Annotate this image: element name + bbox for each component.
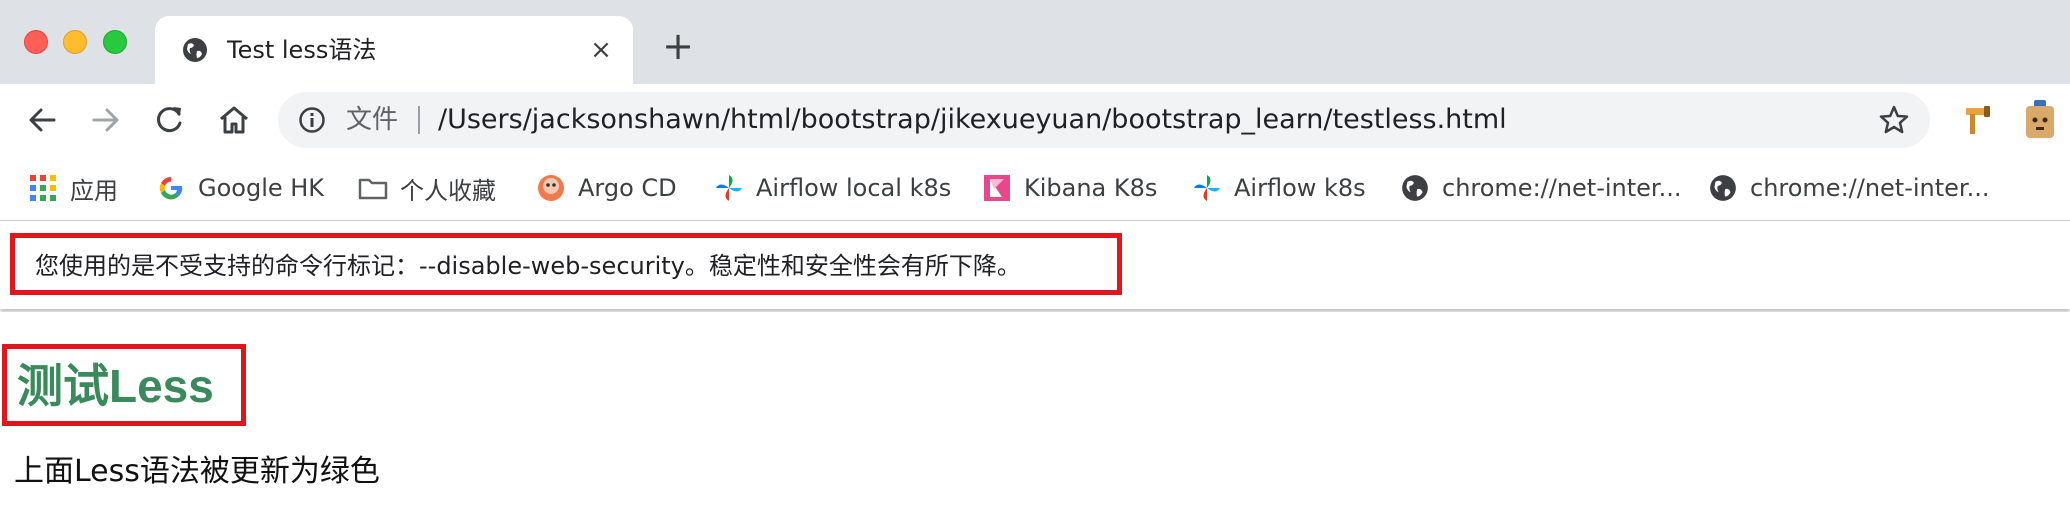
warning-infobar: 您使用的是不受支持的命令行标记：--disable-web-security。稳… (0, 221, 2070, 309)
info-icon[interactable] (298, 106, 326, 134)
bookmarks-bar: 应用 Google HK 个人收藏 Argo CD Airflow local … (0, 156, 2070, 221)
reload-icon[interactable] (152, 102, 188, 138)
tab-strip: Test less语法 × + (0, 0, 2070, 84)
bookmark-chrome-net-internals-2[interactable]: chrome://net-inter... (1708, 168, 1989, 208)
forward-icon[interactable] (88, 102, 124, 138)
google-icon (159, 176, 183, 200)
bookmark-label: chrome://net-inter... (1750, 174, 1990, 202)
bookmark-label: 应用 (70, 176, 118, 205)
bookmark-label: chrome://net-inter... (1442, 174, 1682, 202)
page-heading: 测试Less (17, 360, 214, 412)
bookmark-chrome-net-internals-1[interactable]: chrome://net-inter... (1400, 168, 1681, 208)
globe-icon (1402, 175, 1428, 201)
bookmark-label: Airflow k8s (1234, 174, 1366, 202)
extension-hammer-icon[interactable] (1960, 102, 1996, 138)
globe-icon (183, 38, 207, 62)
airflow-icon (1194, 175, 1220, 201)
bookmark-star-icon[interactable] (1878, 104, 1910, 136)
toolbar: 文件 /Users/jacksonshawn/html/bootstrap/ji… (0, 84, 2070, 156)
apps-grid-icon (30, 175, 56, 201)
bookmark-airflow-local[interactable]: Airflow local k8s (714, 168, 951, 208)
scheme-label: 文件 (346, 105, 399, 135)
bookmark-apps[interactable]: 应用 (28, 168, 118, 208)
folder-icon (358, 178, 388, 200)
tab-title: Test less语法 (227, 36, 377, 64)
url-text[interactable]: /Users/jacksonshawn/html/bootstrap/jikex… (438, 103, 1507, 137)
bookmark-argo-cd[interactable]: Argo CD (536, 168, 677, 208)
infobar-highlight-box: 您使用的是不受支持的命令行标记：--disable-web-security。稳… (10, 233, 1122, 295)
back-icon[interactable] (24, 102, 60, 138)
page-paragraph: 上面Less语法被更新为绿色 (14, 454, 380, 489)
new-tab-button[interactable]: + (662, 27, 694, 65)
bookmark-airflow-k8s[interactable]: Airflow k8s (1192, 168, 1366, 208)
page-content: 测试Less 上面Less语法被更新为绿色 (0, 312, 2070, 522)
omnibox-divider (418, 106, 420, 134)
extension-bag-icon[interactable] (2024, 98, 2056, 140)
heading-highlight-box: 测试Less (2, 344, 246, 426)
bookmark-folder-favorites[interactable]: 个人收藏 (358, 168, 496, 208)
window-maximize-button[interactable] (103, 30, 127, 54)
window-minimize-button[interactable] (63, 30, 87, 54)
airflow-icon (716, 175, 742, 201)
infobar-message: 您使用的是不受支持的命令行标记：--disable-web-security。稳… (35, 252, 1021, 280)
bookmark-label: Airflow local k8s (756, 174, 952, 202)
home-icon[interactable] (216, 102, 252, 138)
bookmark-label: Kibana K8s (1024, 174, 1158, 202)
bookmark-label: Argo CD (578, 174, 677, 202)
bookmark-label: Google HK (198, 174, 325, 202)
argo-icon (538, 175, 564, 201)
tab-close-icon[interactable]: × (585, 34, 617, 66)
address-bar[interactable]: 文件 /Users/jacksonshawn/html/bootstrap/ji… (278, 92, 1930, 148)
kibana-icon (984, 175, 1010, 201)
active-tab[interactable]: Test less语法 × (155, 16, 633, 84)
bookmark-kibana[interactable]: Kibana K8s (982, 168, 1157, 208)
bookmark-google-hk[interactable]: Google HK (156, 168, 324, 208)
globe-icon (1710, 175, 1736, 201)
window-close-button[interactable] (24, 30, 48, 54)
bookmark-label: 个人收藏 (400, 176, 496, 205)
